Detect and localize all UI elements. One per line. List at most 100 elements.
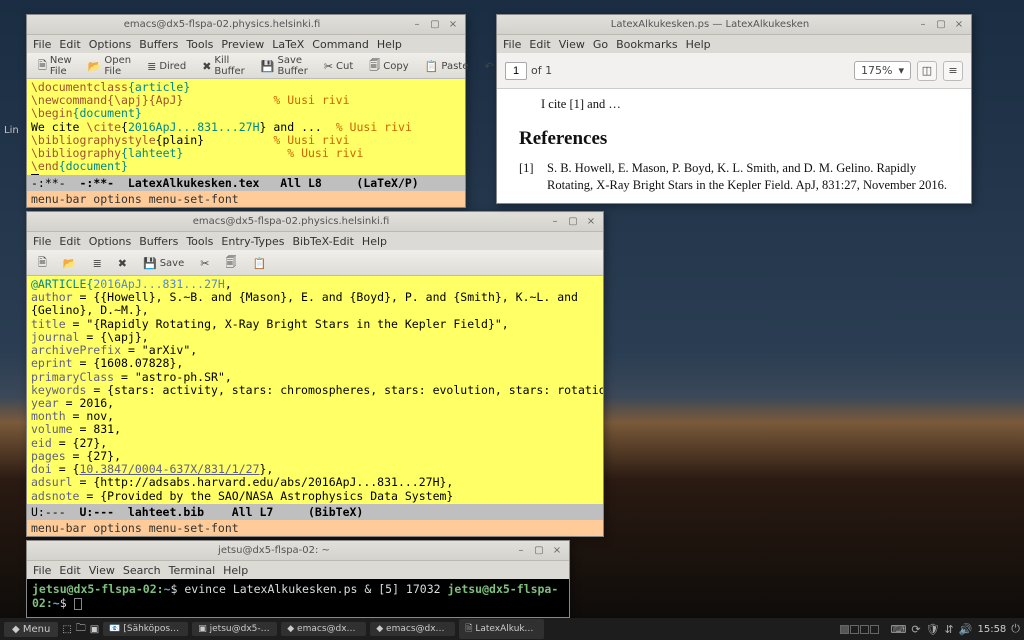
new-file-button[interactable]: 🗎New File (33, 53, 77, 79)
menu-file[interactable]: File (33, 38, 51, 51)
taskbar: ◆ Menu ⬚ 🗀 ▣ 📧 [Sähköposti - lauri.j… ▣ … (0, 618, 1024, 640)
editor-content[interactable]: @ARTICLE{2016ApJ...831...27H, author = {… (27, 276, 603, 504)
terminal-window: jetsu@dx5-flspa-02: ~ – ▢ × File Edit Vi… (26, 540, 570, 618)
shield-icon[interactable]: 🛡 (926, 623, 940, 636)
menu-file[interactable]: File (33, 564, 51, 577)
menu-edit[interactable]: Edit (59, 235, 80, 248)
menu-file[interactable]: File (33, 235, 51, 248)
menu-go[interactable]: Go (593, 38, 608, 51)
volume-icon[interactable]: 🔊 (959, 623, 973, 636)
menu-latex[interactable]: LaTeX (272, 38, 304, 51)
page-number-input[interactable] (505, 62, 527, 80)
menu-search[interactable]: Search (123, 564, 161, 577)
show-desktop-icon[interactable]: ⬚ (62, 624, 71, 635)
menu-help[interactable]: Help (686, 38, 711, 51)
window-title: LatexAlkukesken.ps — LatexAlkukesken (503, 19, 917, 30)
file-manager-icon[interactable]: 🗀 (76, 621, 86, 638)
minimize-button[interactable]: – (917, 19, 929, 31)
menu-help[interactable]: Help (362, 235, 387, 248)
menu-view[interactable]: View (89, 564, 115, 577)
maximize-button[interactable]: ▢ (567, 216, 579, 228)
close-button[interactable]: × (585, 216, 597, 228)
menu-bookmarks[interactable]: Bookmarks (616, 38, 677, 51)
menu-options[interactable]: Options (89, 38, 131, 51)
open-file-button[interactable]: 📂Open File (83, 53, 136, 79)
network-icon[interactable]: ⇵ (945, 623, 954, 636)
taskbar-item-emacs2[interactable]: ◆ emacs@dx5-flspa-0… (370, 622, 455, 636)
new-file-button[interactable]: 🗎 (33, 252, 52, 275)
menu-tools[interactable]: Tools (186, 38, 213, 51)
dired-button[interactable]: ≣Dired (142, 58, 191, 75)
menu-help[interactable]: Help (377, 38, 402, 51)
new-file-icon: 🗎 (38, 57, 47, 76)
kill-buffer-button[interactable]: ✖ (113, 255, 132, 272)
close-button[interactable]: × (953, 19, 965, 31)
maximize-button[interactable]: ▢ (429, 19, 441, 31)
editor-content[interactable]: \documentclass{article} \newcommand{\apj… (27, 79, 465, 175)
menubar: File Edit View Go Bookmarks Help (497, 35, 971, 53)
terminal-launcher-icon[interactable]: ▣ (90, 624, 99, 635)
menu-entry-types[interactable]: Entry-Types (221, 235, 284, 248)
window-title: emacs@dx5-flspa-02.physics.helsinki.fi (33, 19, 411, 30)
undo-icon: ↶ (484, 60, 493, 73)
dired-button[interactable]: ≣ (88, 255, 107, 272)
save-button[interactable]: 💾Save (138, 255, 189, 272)
menu-help[interactable]: Help (223, 564, 248, 577)
close-button[interactable]: × (551, 545, 563, 557)
cut-button[interactable]: ✂Cut (319, 58, 358, 75)
keyboard-icon[interactable]: ⌨ (890, 623, 906, 636)
minimize-button[interactable]: – (549, 216, 561, 228)
menu-bibtex-edit[interactable]: BibTeX-Edit (292, 235, 353, 248)
maximize-button[interactable]: ▢ (533, 545, 545, 557)
menu-tools[interactable]: Tools (186, 235, 213, 248)
titlebar[interactable]: emacs@dx5-flspa-02.physics.helsinki.fi –… (27, 212, 603, 232)
taskbar-item-mail[interactable]: 📧 [Sähköposti - lauri.j… (103, 622, 188, 636)
doc-body-text: I cite [1] and … (541, 97, 949, 112)
copy-icon: 🗐 (225, 254, 236, 273)
menu-edit[interactable]: Edit (59, 564, 80, 577)
menu-buffers[interactable]: Buffers (139, 38, 178, 51)
dual-page-button[interactable]: ◫ (917, 61, 937, 81)
update-icon[interactable]: ⟳ (911, 623, 920, 636)
menu-preview[interactable]: Preview (221, 38, 264, 51)
reference-number: [1] (519, 160, 541, 194)
menu-file[interactable]: File (503, 38, 521, 51)
document-view[interactable]: I cite [1] and … References [1] S. B. Ho… (497, 89, 971, 203)
menu-options[interactable]: Options (89, 235, 131, 248)
workspace-switcher[interactable] (840, 625, 879, 634)
close-button[interactable]: × (447, 19, 459, 31)
menu-edit[interactable]: Edit (59, 38, 80, 51)
open-file-button[interactable]: 📂 (58, 255, 82, 272)
taskbar-item-emacs1[interactable]: ◆ emacs@dx5-flspa-0… (281, 622, 366, 636)
taskbar-item-terminal[interactable]: ▣ jetsu@dx5-flspa-0… (192, 622, 277, 636)
titlebar[interactable]: emacs@dx5-flspa-02.physics.helsinki.fi –… (27, 15, 465, 35)
open-icon: 📂 (63, 257, 77, 270)
toolbar: 🗎New File 📂Open File ≣Dired ✖Kill Buffer… (27, 53, 465, 79)
zoom-select[interactable]: 175%▾ (854, 61, 911, 80)
menu-edit[interactable]: Edit (529, 38, 550, 51)
terminal-content[interactable]: jetsu@dx5-flspa-02:~$ evince LatexAlkuke… (27, 579, 569, 617)
pdf-icon: 🗎 (465, 624, 472, 634)
clock[interactable]: 15:58 (977, 624, 1006, 635)
titlebar[interactable]: LatexAlkukesken.ps — LatexAlkukesken – ▢… (497, 15, 971, 35)
copy-button[interactable]: 🗐Copy (364, 55, 413, 78)
paste-button[interactable]: 📋Paste (420, 58, 474, 75)
taskbar-item-evince[interactable]: 🗎 LatexAlkukesken.ps… (459, 619, 544, 639)
minimize-button[interactable]: – (411, 19, 423, 31)
menu-terminal[interactable]: Terminal (169, 564, 216, 577)
titlebar[interactable]: jetsu@dx5-flspa-02: ~ – ▢ × (27, 541, 569, 561)
cut-button[interactable]: ✂ (195, 255, 214, 272)
maximize-button[interactable]: ▢ (935, 19, 947, 31)
minimize-button[interactable]: – (515, 545, 527, 557)
menu-view[interactable]: View (559, 38, 585, 51)
copy-button[interactable]: 🗐 (220, 252, 241, 275)
paste-button[interactable]: 📋 (247, 255, 271, 272)
toolbar: of 1 175%▾ ◫ ≡ (497, 53, 971, 89)
start-menu-button[interactable]: ◆ Menu (4, 622, 58, 637)
power-icon[interactable]: ⏻ (1011, 622, 1020, 636)
menu-buffers[interactable]: Buffers (139, 235, 178, 248)
menu-command[interactable]: Command (312, 38, 369, 51)
kill-buffer-button[interactable]: ✖Kill Buffer (197, 53, 250, 79)
hamburger-menu-button[interactable]: ≡ (943, 61, 963, 81)
save-buffer-button[interactable]: 💾Save Buffer (256, 53, 313, 79)
